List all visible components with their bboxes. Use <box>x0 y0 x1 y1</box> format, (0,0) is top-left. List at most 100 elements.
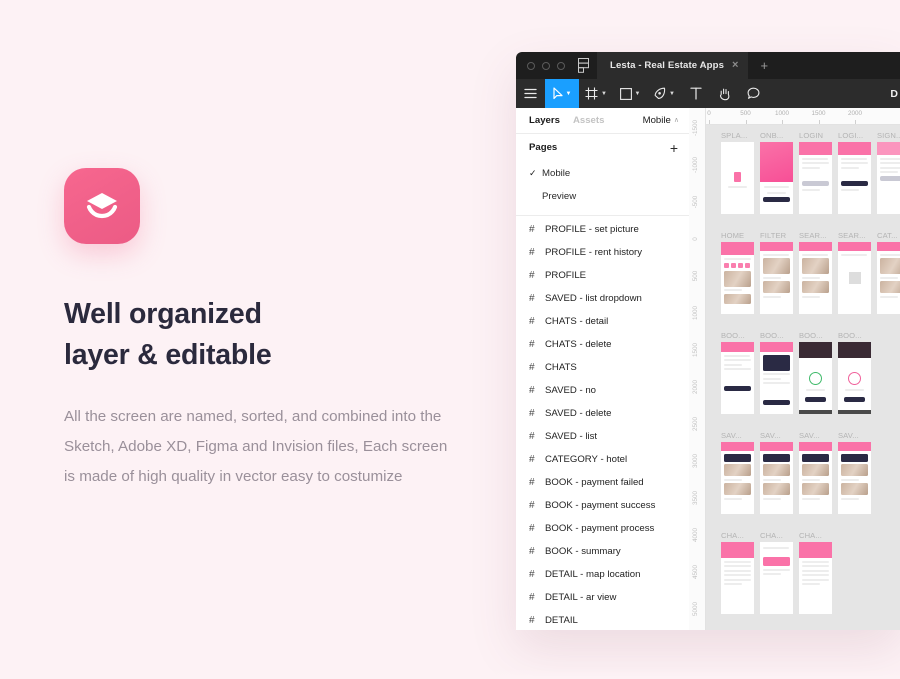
page-item-mobile[interactable]: ✓ Mobile <box>516 162 689 185</box>
page-selector[interactable]: Mobile ∧ <box>643 115 679 126</box>
artboard[interactable]: SEAR... <box>799 231 832 314</box>
layer-row[interactable]: # CHATS - detail <box>516 310 689 333</box>
artboard-label[interactable]: CHA... <box>760 531 793 542</box>
close-icon[interactable]: × <box>732 60 739 71</box>
minimize-window-icon[interactable] <box>542 61 550 70</box>
chevron-down-icon[interactable]: ▼ <box>601 91 607 97</box>
artboard-thumbnail[interactable] <box>721 342 754 414</box>
artboard-label[interactable]: ONB... <box>760 131 793 142</box>
frame-tool-icon[interactable]: ▼ <box>579 79 613 108</box>
artboard[interactable]: LOGI... <box>838 131 871 214</box>
maximize-window-icon[interactable] <box>557 61 565 70</box>
artboard-thumbnail[interactable] <box>799 242 832 314</box>
artboard-label[interactable]: BOO... <box>799 331 832 342</box>
canvas-area[interactable]: 0 500 1000 1500 2000 -1500 -1000 -500 0 500 1000 1… <box>689 108 900 630</box>
artboard-label[interactable]: SEAR... <box>799 231 832 242</box>
artboards-container[interactable]: SPLA... ONB... LOGIN LOGI... SIGN... HOME FILT… <box>706 125 900 630</box>
artboard-thumbnail[interactable] <box>799 142 832 214</box>
layer-row[interactable]: # DETAIL - ar view <box>516 586 689 609</box>
layer-row[interactable]: # SAVED - delete <box>516 402 689 425</box>
artboard[interactable]: BOO... <box>799 331 832 414</box>
artboard[interactable]: BOO... <box>838 331 871 414</box>
artboard-label[interactable]: SAV... <box>760 431 793 442</box>
layer-row[interactable]: # DETAIL <box>516 609 689 630</box>
layer-row[interactable]: # CHATS - delete <box>516 333 689 356</box>
pen-tool-icon[interactable]: ▼ <box>647 79 681 108</box>
artboard-label[interactable]: CHA... <box>721 531 754 542</box>
artboard[interactable]: FILTER <box>760 231 793 314</box>
artboard-label[interactable]: LOGI... <box>838 131 871 142</box>
artboard-label[interactable]: SAV... <box>838 431 871 442</box>
page-item-preview[interactable]: ✓ Preview <box>516 185 689 208</box>
artboard-label[interactable]: HOME <box>721 231 754 242</box>
layer-row[interactable]: # SAVED - list dropdown <box>516 287 689 310</box>
layer-row[interactable]: # CHATS <box>516 356 689 379</box>
artboard[interactable]: HOME <box>721 231 754 314</box>
horizontal-ruler[interactable]: 0 500 1000 1500 2000 <box>689 108 900 125</box>
layer-row[interactable]: # PROFILE - set picture <box>516 218 689 241</box>
close-window-icon[interactable] <box>527 61 535 70</box>
artboard-thumbnail[interactable] <box>838 242 871 314</box>
artboard[interactable]: CAT... <box>877 231 900 314</box>
artboard-label[interactable]: SPLA... <box>721 131 754 142</box>
artboard-thumbnail[interactable] <box>838 142 871 214</box>
tab-layers[interactable]: Layers <box>529 115 560 126</box>
artboard-thumbnail[interactable] <box>760 242 793 314</box>
artboard-thumbnail[interactable] <box>799 342 832 414</box>
artboard-label[interactable]: LOGIN <box>799 131 832 142</box>
artboard[interactable]: SAV... <box>760 431 793 514</box>
chevron-down-icon[interactable]: ▼ <box>635 91 641 97</box>
artboard[interactable]: ONB... <box>760 131 793 214</box>
artboard-label[interactable]: CAT... <box>877 231 900 242</box>
vertical-ruler[interactable]: -1500 -1000 -500 0 500 1000 1500 2000 2500 3000 35… <box>689 108 706 630</box>
artboard[interactable]: SEAR... <box>838 231 871 314</box>
layer-row[interactable]: # PROFILE - rent history <box>516 241 689 264</box>
artboard-thumbnail[interactable] <box>760 542 793 614</box>
artboard-label[interactable]: SAV... <box>799 431 832 442</box>
artboard-thumbnail[interactable] <box>721 442 754 514</box>
artboard[interactable]: SIGN... <box>877 131 900 214</box>
artboard[interactable]: CHA... <box>799 531 832 614</box>
artboard-thumbnail[interactable] <box>877 242 900 314</box>
comment-tool-icon[interactable] <box>739 79 768 108</box>
artboard[interactable]: CHA... <box>760 531 793 614</box>
new-tab-button[interactable]: + <box>748 52 782 79</box>
artboard[interactable]: SAV... <box>721 431 754 514</box>
layer-row[interactable]: # DETAIL - map location <box>516 563 689 586</box>
artboard-label[interactable]: BOO... <box>838 331 871 342</box>
artboard-thumbnail[interactable] <box>799 542 832 614</box>
artboard-label[interactable]: BOO... <box>760 331 793 342</box>
artboard-thumbnail[interactable] <box>721 242 754 314</box>
artboard-thumbnail[interactable] <box>760 342 793 414</box>
artboard[interactable]: LOGIN <box>799 131 832 214</box>
shape-tool-icon[interactable]: ▼ <box>613 79 647 108</box>
window-controls[interactable] <box>516 52 575 79</box>
artboard-thumbnail[interactable] <box>838 342 871 414</box>
layer-row[interactable]: # BOOK - payment process <box>516 517 689 540</box>
artboard-label[interactable]: FILTER <box>760 231 793 242</box>
artboard-thumbnail[interactable] <box>721 542 754 614</box>
artboard[interactable]: SPLA... <box>721 131 754 214</box>
text-tool-icon[interactable] <box>681 79 710 108</box>
artboard[interactable]: SAV... <box>799 431 832 514</box>
layer-row[interactable]: # BOOK - payment success <box>516 494 689 517</box>
layer-row[interactable]: # PROFILE <box>516 264 689 287</box>
chevron-down-icon[interactable]: ▼ <box>669 91 675 97</box>
hand-tool-icon[interactable] <box>710 79 739 108</box>
figma-logo-icon[interactable] <box>575 52 597 79</box>
artboard-label[interactable]: BOO... <box>721 331 754 342</box>
artboard-thumbnail[interactable] <box>877 142 900 214</box>
tab-assets[interactable]: Assets <box>573 115 604 126</box>
artboard-label[interactable]: SEAR... <box>838 231 871 242</box>
artboard[interactable]: BOO... <box>721 331 754 414</box>
artboard-thumbnail[interactable] <box>760 142 793 214</box>
artboard[interactable]: CHA... <box>721 531 754 614</box>
artboard-thumbnail[interactable] <box>838 442 871 514</box>
layer-row[interactable]: # BOOK - payment failed <box>516 471 689 494</box>
layer-row[interactable]: # CATEGORY - hotel <box>516 448 689 471</box>
layer-row[interactable]: # SAVED - list <box>516 425 689 448</box>
main-menu-icon[interactable] <box>516 79 545 108</box>
artboard-thumbnail[interactable] <box>721 142 754 214</box>
chevron-down-icon[interactable]: ▼ <box>566 91 572 97</box>
artboard-thumbnail[interactable] <box>760 442 793 514</box>
